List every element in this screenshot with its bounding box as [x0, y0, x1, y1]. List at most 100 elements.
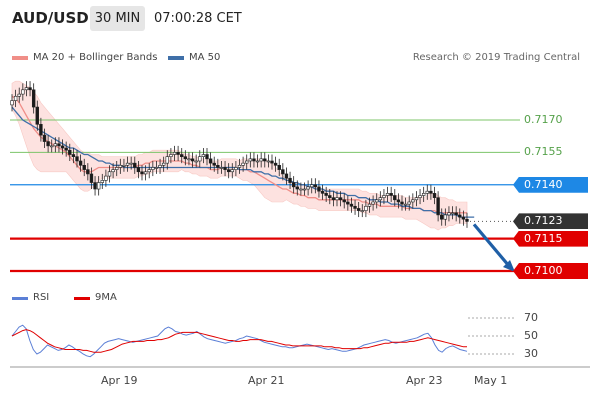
- candle-body: [183, 156, 188, 160]
- chart-header: AUD/USD 30 MIN 07:00:28 CET: [0, 0, 590, 38]
- legend-label-ma20: MA 20 + Bollinger Bands: [33, 52, 158, 63]
- x-tick-label: Apr 19: [101, 374, 138, 387]
- candle-body: [86, 169, 90, 175]
- candle-body: [356, 208, 361, 211]
- candle-body: [367, 203, 372, 207]
- candle-body: [10, 100, 14, 106]
- candle-body: [68, 149, 72, 155]
- candle-body: [125, 162, 130, 166]
- candle-body: [226, 169, 231, 173]
- candle-body: [273, 162, 278, 166]
- candle-body: [154, 167, 159, 169]
- candle-body: [21, 89, 25, 95]
- currency-pair-title: AUD/USD: [12, 9, 89, 27]
- candle-body: [255, 160, 260, 163]
- candle-body: [284, 173, 289, 179]
- candle-body: [241, 162, 245, 166]
- candle-body: [107, 171, 112, 177]
- candle-body: [375, 199, 379, 203]
- candle-body: [364, 205, 368, 211]
- candle-body: [176, 152, 180, 155]
- candle-body: [270, 160, 274, 164]
- candle-body: [385, 193, 390, 196]
- candle-body: [205, 154, 209, 160]
- candle-body: [64, 147, 68, 151]
- timeframe-button[interactable]: 30 MIN: [90, 6, 145, 31]
- candle-body: [35, 106, 39, 125]
- candle-body: [432, 193, 437, 198]
- candle-body: [342, 199, 346, 203]
- candle-body: [71, 154, 76, 157]
- candle-body: [411, 199, 415, 203]
- candle-body: [230, 169, 234, 173]
- candle-body: [382, 195, 386, 198]
- candle-body: [42, 134, 47, 142]
- candle-body: [443, 214, 448, 220]
- candle-body: [317, 186, 321, 192]
- candle-body: [389, 193, 393, 196]
- candle-body: [396, 199, 401, 203]
- candle-body: [75, 156, 79, 162]
- candle-body: [338, 197, 343, 201]
- candle-body: [53, 143, 58, 147]
- candle-body: [24, 87, 29, 91]
- candle-body: [201, 154, 206, 157]
- candle-body: [378, 197, 383, 201]
- candle-body: [223, 167, 227, 170]
- candle-body: [320, 190, 325, 194]
- candle-body: [371, 201, 375, 205]
- level-label-0.7100: 0.7100: [513, 263, 588, 279]
- rsi-tick-70: 70: [524, 311, 538, 324]
- level-label-0.7140: 0.7140: [513, 176, 588, 193]
- candle-body: [93, 182, 97, 190]
- candle-body: [234, 167, 238, 170]
- candle-body: [161, 162, 166, 166]
- candle-body: [461, 216, 466, 220]
- candle-body: [89, 173, 94, 183]
- candle-body: [400, 201, 404, 205]
- x-tick-label: Apr 23: [406, 374, 443, 387]
- rsi-tick-30: 30: [524, 347, 538, 360]
- candle-body: [440, 214, 444, 220]
- candle-body: [143, 171, 148, 175]
- candle-body: [28, 87, 32, 91]
- candle-body: [13, 95, 18, 101]
- candle-body: [57, 143, 61, 147]
- candle-body: [169, 154, 173, 157]
- candle-body: [219, 167, 224, 169]
- candle-body: [353, 205, 357, 209]
- candle-body: [140, 171, 144, 175]
- candle-body: [407, 201, 411, 205]
- rsi-swatch: [12, 297, 28, 300]
- candle-body: [331, 197, 336, 201]
- candle-body: [198, 156, 202, 162]
- candle-body: [465, 218, 469, 222]
- forecast-line: [472, 223, 511, 268]
- candle-body: [291, 182, 296, 188]
- candle-body: [349, 203, 354, 207]
- ma50-swatch: [168, 56, 184, 60]
- candle-body: [82, 165, 86, 170]
- candle-body: [111, 169, 115, 173]
- candle-body: [302, 188, 307, 191]
- candle-body: [158, 165, 162, 168]
- candle-body: [165, 156, 169, 164]
- rsi-legend: RSI 9MA: [12, 292, 212, 306]
- candle-body: [96, 182, 101, 190]
- candle-body: [60, 145, 65, 149]
- research-credit: Research © 2019 Trading Central: [412, 52, 580, 63]
- rsi-ma-legend-label: 9MA: [95, 292, 117, 303]
- candle-body: [418, 195, 422, 198]
- candle-body: [414, 197, 419, 201]
- candle-body: [31, 89, 36, 108]
- candle-body: [266, 160, 271, 163]
- candle-body: [454, 212, 458, 216]
- candle-body: [46, 141, 50, 147]
- candle-body: [115, 167, 119, 170]
- candle-body: [194, 160, 198, 163]
- candle-body: [281, 169, 285, 175]
- rsi-ma-swatch: [74, 297, 90, 300]
- candle-body: [313, 184, 318, 188]
- candle-body: [212, 162, 216, 166]
- candle-body: [136, 167, 141, 173]
